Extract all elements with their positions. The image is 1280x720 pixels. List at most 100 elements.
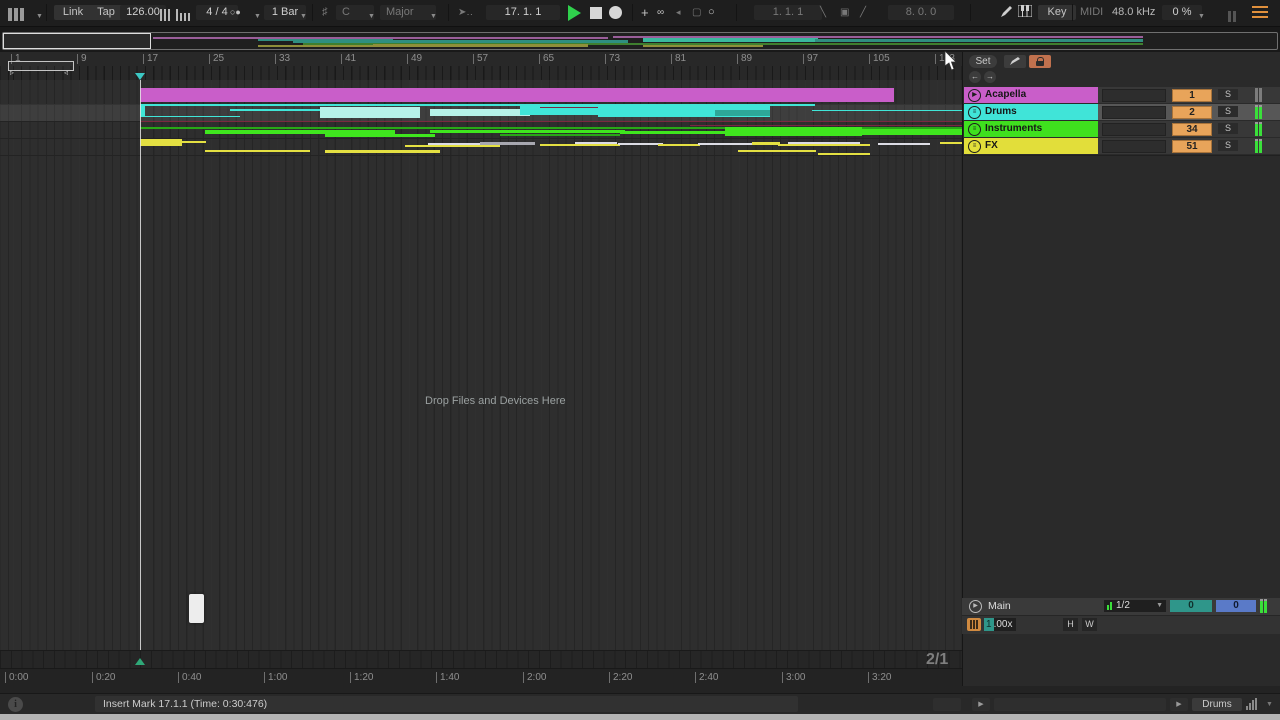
tempo-follower-icon[interactable] [160,6,172,21]
info-icon[interactable]: i [8,697,23,712]
clip-segment[interactable] [752,142,780,145]
clip-segment[interactable] [812,110,962,111]
time-ruler[interactable]: 0:000:200:401:001:201:402:002:202:403:00… [0,668,962,687]
arrangement-track-row[interactable] [0,104,962,122]
loop-start-arrow-icon[interactable]: ▹ [10,69,14,77]
clip-segment[interactable] [230,109,330,111]
clip-segment[interactable] [940,142,962,144]
clip-segment[interactable] [698,143,760,145]
track-name-cell[interactable]: ≡FX [964,138,1098,154]
track-header-instruments[interactable]: ≡Instruments34S [963,121,1280,139]
clip-segment[interactable] [618,143,663,145]
track-unfold-icon[interactable]: ▶ [968,89,981,102]
loop-length-field[interactable]: 8. 0. 0 [888,5,954,20]
track-solo-button[interactable]: S [1218,106,1238,117]
loop-button[interactable]: ○ [708,5,715,20]
cpu-load-field[interactable]: 0 % [1162,5,1202,20]
track-header-drums[interactable]: ≡Drums 2S [963,104,1280,122]
clip-segment[interactable] [140,139,182,146]
scale-name-field[interactable]: Major [380,5,436,20]
cpu-caret-icon[interactable]: ▼ [1198,9,1205,24]
device-view-label[interactable]: Drums [1192,698,1242,711]
arrangement-track-row[interactable] [0,87,962,105]
clip-segment[interactable] [140,121,965,122]
write-button[interactable]: W [1082,618,1097,631]
overview-viewport-box[interactable] [3,33,151,49]
track-solo-button[interactable]: S [1218,140,1238,151]
quantize-caret-icon[interactable]: ▼ [300,9,307,24]
clip-segment[interactable] [320,107,420,118]
playback-speed-box[interactable]: 1.00x [984,618,1016,631]
clip-segment[interactable] [778,144,870,146]
overview-strip[interactable] [2,32,1278,50]
clip-segment[interactable] [862,129,965,135]
arrangement-overview[interactable] [0,27,1280,52]
set-locator-button[interactable]: Set [969,55,997,68]
clip-segment[interactable] [738,150,816,152]
lock-envelopes-button[interactable] [1029,55,1051,68]
device-view-expand-button[interactable]: ▶ [1170,698,1188,711]
clip-segment[interactable] [480,142,535,145]
record-button[interactable] [609,6,622,19]
clip-view-field[interactable] [994,698,1166,711]
cue-volume-box[interactable]: 0 [1170,600,1212,612]
main-play-icon[interactable]: ▶ [969,600,982,613]
next-locator-button[interactable]: → [984,71,996,83]
new-button[interactable]: + [641,5,649,20]
clip-segment[interactable] [690,125,965,126]
loop-region-icon[interactable]: ▣ [840,5,849,20]
track-name-cell[interactable]: ≡Drums [964,104,1098,120]
scale-caret-icon[interactable]: ▼ [430,9,437,24]
arrangement-area[interactable]: 191725334149576573818997105113 ▹ ◃ Drop … [0,52,962,686]
metronome-icon[interactable] [176,6,192,21]
clip-segment[interactable] [788,142,860,144]
midi-indicator[interactable]: MIDI [1080,5,1103,20]
clip-segment[interactable] [430,109,530,116]
stop-button[interactable] [590,7,602,19]
clip-segment[interactable] [405,145,500,147]
clip-segment[interactable] [205,150,310,152]
punch-position-field[interactable]: 1. 1. 1 [754,5,822,20]
arrangement-track-row[interactable] [0,138,962,156]
groove-pool-icon[interactable] [967,618,981,631]
device-caret-icon[interactable]: ▼ [1266,701,1273,708]
track-io-box[interactable] [1102,140,1166,153]
fade-out-icon[interactable]: ╲ [820,5,826,20]
clip-segment[interactable] [715,110,770,116]
clip-segment[interactable] [540,144,620,146]
computer-midi-keyboard-icon[interactable] [1018,5,1032,20]
track-collapsed-icon[interactable]: ≡ [968,140,981,153]
track-midi-channel-box[interactable]: 34 [1172,123,1212,136]
hear-button[interactable]: H [1063,618,1078,631]
clip-segment[interactable] [430,130,625,133]
clip-segment[interactable] [878,143,930,145]
fade-in-icon[interactable]: ╱ [860,5,866,20]
nudge-icons[interactable]: ○● [230,5,241,20]
clip-segment[interactable] [818,153,870,155]
track-header-acapella[interactable]: ▶Acapella1S [963,87,1280,105]
midi-overdub-icon[interactable]: ∞ [657,5,664,20]
app-menu-caret-icon[interactable]: ▼ [36,9,43,24]
play-button[interactable] [568,5,581,21]
clip-segment[interactable] [620,131,725,134]
nudge-caret-icon[interactable]: ▼ [254,9,261,24]
track-solo-button[interactable]: S [1218,89,1238,100]
app-menu-icon[interactable] [8,6,26,21]
clip-segment[interactable] [725,127,862,136]
track-io-box[interactable] [1102,89,1166,102]
track-collapsed-icon[interactable]: ≡ [968,106,981,119]
clip-segment[interactable] [325,150,440,153]
track-io-box[interactable] [1102,106,1166,119]
playhead-marker-icon[interactable] [135,73,145,80]
track-solo-button[interactable]: S [1218,123,1238,134]
track-name-cell[interactable]: ▶Acapella [964,87,1098,103]
arrangement-track-row[interactable] [0,121,962,139]
automation-mode-button[interactable] [1004,55,1026,68]
tap-tempo-button[interactable]: Tap [88,5,124,20]
main-track-name[interactable]: Main [988,600,1011,612]
clip-segment[interactable] [140,116,240,117]
track-midi-channel-box[interactable]: 2 [1172,106,1212,119]
clip-segment[interactable] [575,142,617,144]
track-header-fx[interactable]: ≡FX51S [963,138,1280,156]
status-mini-field[interactable] [933,698,961,711]
